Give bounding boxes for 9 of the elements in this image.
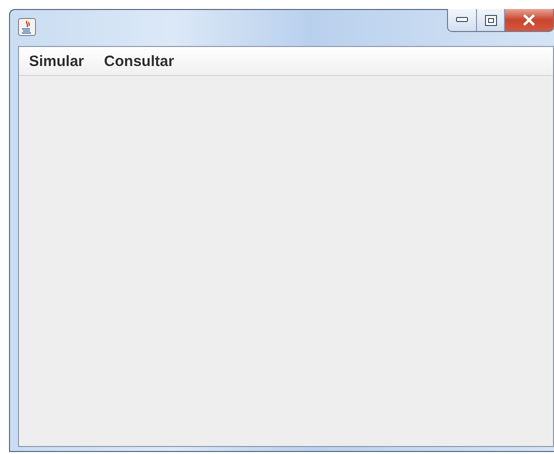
maximize-button[interactable]: [476, 9, 504, 31]
menu-item[interactable]: Simular: [21, 50, 92, 72]
app-icon: [18, 18, 36, 36]
menu-item[interactable]: Consultar: [96, 50, 182, 72]
close-icon: [522, 14, 536, 26]
minimize-icon: [456, 17, 468, 23]
minimize-button[interactable]: [448, 9, 476, 31]
close-button[interactable]: [504, 9, 553, 31]
maximize-icon: [484, 14, 496, 26]
